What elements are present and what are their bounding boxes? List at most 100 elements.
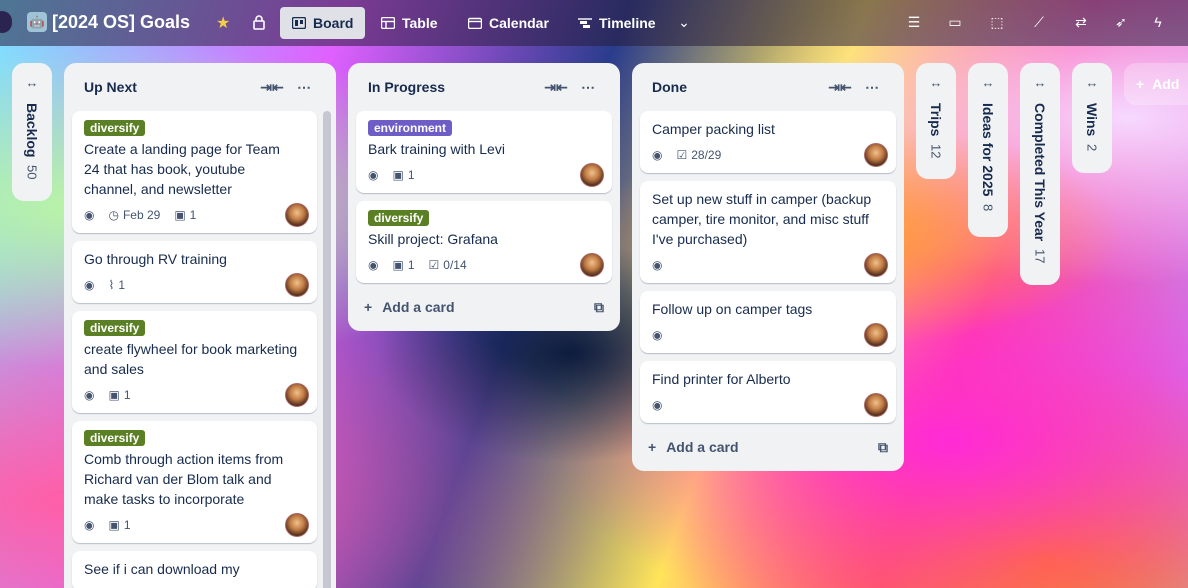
collapsed-list-trips[interactable]: ↔ Trips 12	[916, 63, 956, 179]
checklist-count: 1	[123, 518, 131, 532]
list-item[interactable]: diversify Comb through action items from…	[72, 421, 317, 543]
attachment-count: 1	[118, 278, 126, 292]
card-template-icon[interactable]: ⧉	[594, 299, 604, 316]
expand-icon[interactable]: ↔	[930, 75, 943, 95]
lock-icon[interactable]	[252, 14, 266, 30]
collapsed-list-backlog[interactable]: ↔ Backlog 50	[12, 63, 52, 201]
checklist-progress: 28/29	[691, 148, 722, 162]
tab-timeline-label: Timeline	[599, 15, 656, 31]
list-item[interactable]: Go through RV training ◉ ⌇ 1	[72, 241, 317, 303]
chart-icon[interactable]: ⟋	[1031, 14, 1047, 30]
trello-icon: ▣	[392, 168, 404, 182]
checklist-count: 1	[123, 388, 131, 402]
list-item[interactable]: Find printer for Alberto ◉	[640, 361, 896, 423]
avatar[interactable]	[864, 323, 888, 347]
list-item[interactable]: diversify Create a landing page for Team…	[72, 111, 317, 233]
list-item[interactable]: environment Bark training with Levi ◉ ▣ 1	[356, 111, 612, 193]
calendar-icon	[468, 17, 482, 29]
collapsed-list-completed-this-year[interactable]: ↔ Completed This Year 17	[1020, 63, 1060, 285]
list-item[interactable]: Camper packing list ◉ ☑ 28/29	[640, 111, 896, 173]
collapse-list-icon[interactable]: ⇥⇤	[256, 75, 288, 99]
share-icon[interactable]: ⇄	[1073, 14, 1089, 30]
list-item[interactable]: diversify create flywheel for book marke…	[72, 311, 317, 413]
rocket-icon[interactable]: ➶	[1113, 14, 1129, 30]
list-item[interactable]: Set up new stuff in camper (backup campe…	[640, 181, 896, 283]
tab-table-label: Table	[402, 15, 438, 31]
label-badge: diversify	[84, 430, 146, 446]
list-title[interactable]: In Progress	[368, 79, 540, 95]
list-title[interactable]: Up Next	[84, 79, 256, 95]
list-item[interactable]: diversify Skill project: Grafana ◉ ▣ 1 ☑ 0…	[356, 201, 612, 283]
board-title[interactable]: [2024 OS] Goals	[52, 12, 190, 33]
list-menu-icon[interactable]: ⋯	[288, 75, 320, 99]
collapsed-list-title: Backlog	[24, 103, 40, 158]
collapsed-list-ideas-2025[interactable]: ↔ Ideas for 2025 8	[968, 63, 1008, 237]
trello-icon: ▣	[174, 208, 186, 222]
add-card-button[interactable]: + Add a card ⧉	[356, 291, 612, 323]
expand-icon[interactable]: ↔	[982, 75, 995, 95]
add-card-label: Add a card	[382, 299, 455, 315]
plus-icon: +	[364, 299, 373, 315]
tab-table[interactable]: Table	[369, 7, 450, 39]
due-date-badge[interactable]: ◷ Feb 29	[108, 208, 160, 222]
avatar[interactable]	[864, 253, 888, 277]
checklist-badge: ▣ 1	[392, 168, 414, 182]
chevron-down-icon[interactable]: ⌄	[676, 14, 692, 30]
collapse-list-icon[interactable]: ⇥⇤	[824, 75, 856, 99]
label-badge: diversify	[84, 120, 146, 136]
attachment-badge: ⌇ 1	[108, 278, 125, 292]
list-header: Done ⇥⇤ ⋯	[640, 71, 896, 103]
filter-list-icon[interactable]: ☰	[906, 14, 922, 30]
list-menu-icon[interactable]: ⋯	[572, 75, 604, 99]
add-list-button[interactable]: + Add	[1124, 63, 1188, 105]
tab-calendar[interactable]: Calendar	[456, 7, 561, 39]
list-in-progress: In Progress ⇥⇤ ⋯ environment Bark traini…	[348, 63, 620, 331]
collapsed-list-count: 17	[1032, 249, 1048, 264]
collapsed-list-count: 8	[980, 204, 996, 212]
collapsed-list-title: Ideas for 2025	[980, 103, 996, 197]
card-title: Follow up on camper tags	[652, 301, 813, 317]
tab-timeline[interactable]: Timeline	[566, 7, 668, 39]
tab-board[interactable]: Board	[280, 7, 366, 39]
card-view-icon[interactable]: ▭	[947, 14, 963, 30]
automation-bolt-icon[interactable]: ϟ	[1150, 14, 1166, 30]
sidebar-toggle-button[interactable]	[0, 11, 12, 33]
expand-icon[interactable]: ↔	[26, 75, 39, 95]
eye-icon: ◉	[652, 148, 663, 162]
expand-icon[interactable]: ↔	[1034, 75, 1047, 95]
avatar[interactable]	[580, 253, 604, 277]
trello-icon: ▣	[392, 258, 404, 272]
checklist-progress: 0/14	[443, 258, 467, 272]
avatar[interactable]	[580, 163, 604, 187]
avatar[interactable]	[285, 383, 309, 407]
collapsed-list-wins[interactable]: ↔ Wins 2	[1072, 63, 1112, 173]
clock-icon: ◷	[108, 208, 119, 222]
avatar[interactable]	[285, 273, 309, 297]
scrollbar[interactable]	[323, 111, 331, 588]
list-title[interactable]: Done	[652, 79, 824, 95]
list-menu-icon[interactable]: ⋯	[856, 75, 888, 99]
table-icon	[381, 17, 395, 29]
list-item[interactable]: See if i can download my	[72, 551, 317, 588]
avatar[interactable]	[864, 143, 888, 167]
tags-icon[interactable]: ⬚	[989, 14, 1005, 30]
due-date: Feb 29	[122, 208, 161, 222]
eye-icon: ◉	[652, 328, 663, 342]
star-icon[interactable]: ★	[216, 13, 230, 33]
card-template-icon[interactable]: ⧉	[878, 439, 888, 456]
card-title: Set up new stuff in camper (backup campe…	[652, 191, 872, 247]
list-item[interactable]: Follow up on camper tags ◉	[640, 291, 896, 353]
board-emoji-icon: 🤖	[27, 12, 47, 32]
avatar[interactable]	[864, 393, 888, 417]
collapsed-list-count: 2	[1084, 144, 1100, 152]
checklist-badge: ▣ 1	[392, 258, 414, 272]
avatar[interactable]	[285, 513, 309, 537]
expand-icon[interactable]: ↔	[1086, 75, 1099, 95]
card-title: Create a landing page for Team 24 that h…	[84, 141, 280, 197]
checklist-count: 1	[189, 208, 197, 222]
collapse-list-icon[interactable]: ⇥⇤	[540, 75, 572, 99]
eye-icon: ◉	[84, 278, 95, 292]
avatar[interactable]	[285, 203, 309, 227]
eye-icon: ◉	[368, 258, 379, 272]
add-card-button[interactable]: + Add a card ⧉	[640, 431, 896, 463]
